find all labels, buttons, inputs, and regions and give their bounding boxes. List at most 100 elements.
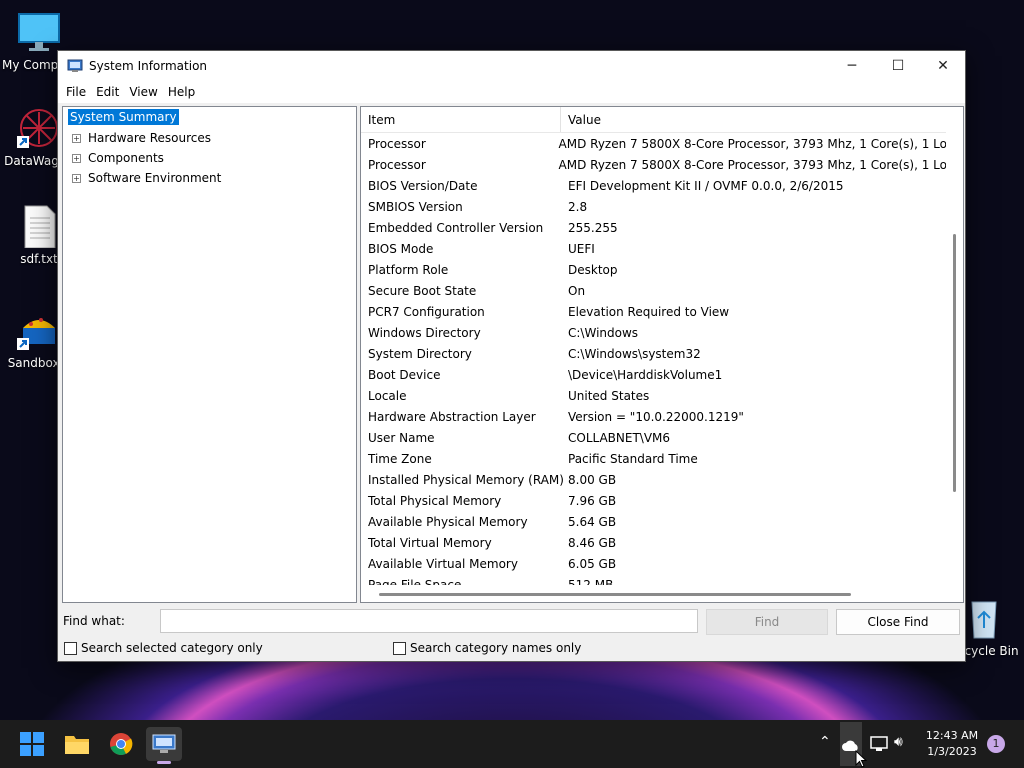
file-explorer-icon <box>65 736 89 754</box>
start-icon <box>20 732 44 756</box>
table-row[interactable]: Boot Device \Device\HarddiskVolume1 <box>361 364 947 385</box>
cell-value: 8.00 GB <box>568 472 617 487</box>
table-row[interactable]: Time Zone Pacific Standard Time <box>361 448 947 469</box>
expand-icon[interactable]: + <box>72 173 81 183</box>
table-row[interactable]: BIOS Mode UEFI <box>361 238 947 259</box>
start-button[interactable] <box>14 727 50 761</box>
table-row[interactable]: Available Virtual Memory 6.05 GB <box>361 553 947 574</box>
cell-value: Pacific Standard Time <box>568 451 698 466</box>
chrome-button[interactable] <box>103 727 139 761</box>
find-button[interactable]: Find <box>706 609 828 635</box>
menu-help[interactable]: Help <box>163 85 200 99</box>
cell-value: United States <box>568 388 650 403</box>
cell-item: Installed Physical Memory (RAM) <box>368 472 564 487</box>
cell-value: 8.46 GB <box>568 535 617 550</box>
expand-icon[interactable]: + <box>72 153 81 163</box>
file-explorer-button[interactable] <box>59 727 95 761</box>
clock[interactable]: 12:43 AM 1/3/2023 <box>918 728 986 760</box>
cell-item: Embedded Controller Version <box>368 220 544 235</box>
cell-item: SMBIOS Version <box>368 199 463 214</box>
tree-item-software-environment[interactable]: + Software Environment <box>72 171 221 185</box>
cell-item: Processor <box>368 136 426 151</box>
tree-item-components[interactable]: + Components <box>72 151 164 165</box>
notification-badge[interactable]: 1 <box>987 735 1005 753</box>
table-row[interactable]: Windows Directory C:\Windows <box>361 322 947 343</box>
table-row[interactable]: PCR7 Configuration Elevation Required to … <box>361 301 947 322</box>
system-information-icon <box>67 59 83 72</box>
scrollbar-thumb[interactable] <box>379 593 851 596</box>
cell-item: Available Physical Memory <box>368 514 528 529</box>
chrome-icon <box>110 733 133 755</box>
scrollbar-thumb[interactable] <box>953 234 956 492</box>
cell-value: AMD Ryzen 7 5800X 8-Core Processor, 3793… <box>558 136 947 151</box>
menu-edit[interactable]: Edit <box>91 85 124 99</box>
table-row[interactable]: Hardware Abstraction Layer Version = "10.… <box>361 406 947 427</box>
datawagon-icon <box>17 106 61 150</box>
monitor-icon <box>17 10 61 54</box>
table-row[interactable]: Processor AMD Ryzen 7 5800X 8-Core Proces… <box>361 154 947 175</box>
volume-icon[interactable]: 🔊︎ <box>894 734 903 750</box>
cell-item: BIOS Version/Date <box>368 178 478 193</box>
column-header-value[interactable]: Value <box>561 113 601 127</box>
minimize-button[interactable]: ─ <box>829 51 875 81</box>
chevron-up-icon[interactable]: ⌃ <box>819 734 831 750</box>
clock-time: 12:43 AM <box>925 729 979 742</box>
cell-item: Total Physical Memory <box>368 493 502 508</box>
close-button[interactable]: ✕ <box>920 51 966 81</box>
vertical-scrollbar[interactable] <box>946 107 963 587</box>
column-header-item[interactable]: Item <box>361 107 561 132</box>
cell-value: Desktop <box>568 262 618 277</box>
menu-view[interactable]: View <box>124 85 162 99</box>
table-row[interactable]: Installed Physical Memory (RAM) 8.00 GB <box>361 469 947 490</box>
cell-item: Locale <box>368 388 407 403</box>
expand-icon[interactable]: + <box>72 133 81 143</box>
cell-value: Version = "10.0.22000.1219" <box>568 409 744 424</box>
table-row[interactable]: Total Physical Memory 7.96 GB <box>361 490 947 511</box>
table-row[interactable]: BIOS Version/Date EFI Development Kit II … <box>361 175 947 196</box>
tree-item-system-summary[interactable]: System Summary <box>68 109 179 125</box>
search-category-names-checkbox[interactable]: Search category names only <box>393 641 581 655</box>
cell-value: Elevation Required to View <box>568 304 730 319</box>
table-row[interactable]: Secure Boot State On <box>361 280 947 301</box>
system-information-icon <box>152 734 176 753</box>
cell-value: On <box>568 283 586 298</box>
network-icon[interactable] <box>870 735 888 756</box>
cell-item: Boot Device <box>368 367 441 382</box>
checkbox-box[interactable] <box>64 641 77 655</box>
table-row[interactable]: User Name COLLABNET\VM6 <box>361 427 947 448</box>
menu-bar: File Edit View Help <box>58 81 965 103</box>
search-selected-category-checkbox[interactable]: Search selected category only <box>64 641 263 655</box>
close-find-button[interactable]: Close Find <box>836 609 960 635</box>
table-row[interactable]: Total Virtual Memory 8.46 GB <box>361 532 947 553</box>
cell-item: User Name <box>368 430 435 445</box>
cell-value: C:\Windows\system32 <box>568 346 701 361</box>
cell-item: BIOS Mode <box>368 241 434 256</box>
table-row[interactable]: SMBIOS Version 2.8 <box>361 196 947 217</box>
find-what-input[interactable] <box>160 609 698 633</box>
table-row[interactable]: Platform Role Desktop <box>361 259 947 280</box>
table-row[interactable]: Locale United States <box>361 385 947 406</box>
cell-item: Available Virtual Memory <box>368 556 518 571</box>
find-what-label: Find what: <box>63 614 125 628</box>
details-list: Item Value Processor AMD Ryzen 7 5800X 8-… <box>360 106 964 603</box>
taskbar: ⌃ 🔊︎ 12:43 AM 1/3/2023 1 <box>0 720 1024 768</box>
cell-value: 7.96 GB <box>568 493 617 508</box>
table-row[interactable]: Embedded Controller Version 255.255 <box>361 217 947 238</box>
table-row[interactable]: Available Physical Memory 5.64 GB <box>361 511 947 532</box>
checkbox-label: Search selected category only <box>81 641 263 655</box>
maximize-button[interactable]: ☐ <box>875 51 921 81</box>
table-row[interactable]: System Directory C:\Windows\system32 <box>361 343 947 364</box>
tree-item-label: Software Environment <box>88 171 222 185</box>
system-information-window: System Information ─ ☐ ✕ File Edit View … <box>57 50 966 662</box>
system-information-taskbar-button[interactable] <box>146 727 182 764</box>
horizontal-scrollbar[interactable] <box>361 585 963 602</box>
title-bar[interactable]: System Information ─ ☐ ✕ <box>58 51 965 81</box>
active-indicator <box>157 761 171 764</box>
window-title: System Information <box>89 59 208 73</box>
cell-value: \Device\HarddiskVolume1 <box>568 367 723 382</box>
cell-item: Windows Directory <box>368 325 481 340</box>
checkbox-box[interactable] <box>393 641 406 655</box>
table-row[interactable]: Processor AMD Ryzen 7 5800X 8-Core Proces… <box>361 133 947 154</box>
tree-item-hardware-resources[interactable]: + Hardware Resources <box>72 131 211 145</box>
menu-file[interactable]: File <box>61 85 91 99</box>
